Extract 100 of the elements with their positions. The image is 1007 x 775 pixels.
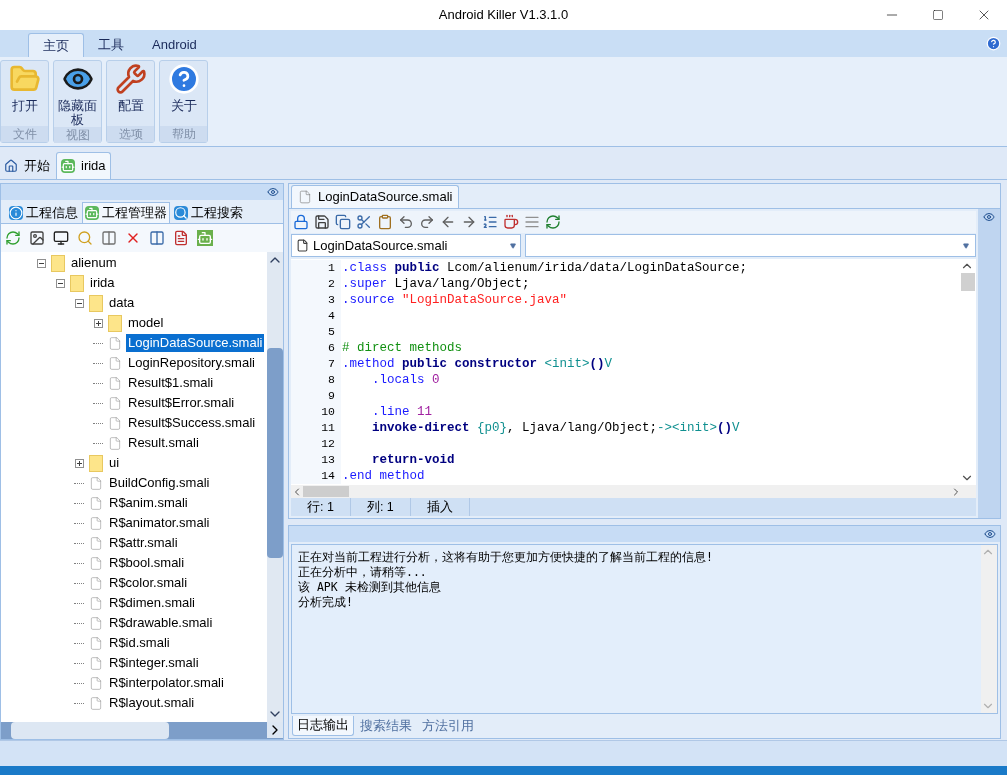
maximize-icon[interactable] [932,9,944,21]
tree-item[interactable]: BuildConfig.smali [107,474,212,492]
caret-icon [510,242,516,249]
ribbon-tab[interactable]: 工具 [84,33,138,57]
save-icon[interactable] [313,214,330,230]
line-number: 5 [291,324,339,340]
document-tab[interactable]: irida [56,152,111,179]
line-number: 2 [291,276,339,292]
help-icon[interactable] [986,36,1001,51]
paste-icon[interactable] [376,214,393,230]
copy-icon[interactable] [334,214,351,230]
vertical-scrollbar[interactable] [267,252,283,722]
eye-icon[interactable] [982,211,996,223]
list-icon[interactable] [481,214,498,230]
tree-item[interactable]: LoginDataSource.smali [126,334,265,352]
file-icon [89,574,103,592]
line-number: 11 [291,420,339,436]
tree-item[interactable]: alienum [69,254,119,272]
image-icon[interactable] [28,230,45,246]
scrollbar-thumb[interactable] [267,348,283,558]
tree-item[interactable]: R$anim.smali [107,494,190,512]
file-icon [89,674,103,692]
file-icon [298,190,312,204]
refresh-icon[interactable] [4,230,21,246]
file-icon [108,354,122,372]
ribbon-button[interactable]: 隐藏面板 [54,61,101,127]
ribbon-button[interactable]: 配置 [107,61,154,126]
file-icon [89,534,103,552]
log-line: 正在对当前工程进行分析，这将有助于您更加方便快捷的了解当前工程的信息! [298,550,714,565]
code-line: invoke-direct {p0}, Ljava/lang/Object;-><init>()V [371,420,740,436]
panel-tab[interactable]: 工程搜索 [172,202,245,223]
tree-item[interactable]: Result$1.smali [126,374,216,392]
tree-item[interactable]: R$animator.smali [107,514,212,532]
file-icon [108,394,122,412]
collapse-toggle[interactable] [55,278,65,288]
cut-icon[interactable] [355,214,372,230]
tree-item[interactable]: ui [107,454,122,472]
tree-item[interactable]: R$id.smali [107,634,172,652]
horizontal-scrollbar[interactable] [291,485,976,498]
file-icon [89,554,103,572]
tree-item[interactable]: LoginRepository.smali [126,354,257,372]
expand-toggle[interactable] [74,458,84,468]
folder-icon [108,314,122,332]
tree-item[interactable]: R$interpolator.smali [107,674,226,692]
tree-item[interactable]: R$drawable.smali [107,614,215,632]
tree-item[interactable]: model [126,314,166,332]
tree-item[interactable]: R$dimen.smali [107,594,197,612]
panel-tab[interactable]: 工程管理器 [82,202,170,223]
scrollbar-thumb[interactable] [961,273,975,291]
panel-tab[interactable]: 工程信息 [7,202,80,223]
ribbon-button[interactable]: 关于 [160,61,207,126]
file-select[interactable]: LoginDataSource.smali [291,234,521,257]
redo-icon[interactable] [418,214,435,230]
tree-item[interactable]: Result$Success.smali [126,414,258,432]
tree-item[interactable]: Result.smali [126,434,201,452]
output-tab[interactable]: 搜索结果 [356,716,416,736]
output-tab[interactable]: 方法引用 [418,716,478,736]
columns-icon[interactable] [100,230,117,246]
ribbon-tab[interactable]: 主页 [28,33,84,57]
scrollbar-thumb[interactable] [11,722,169,739]
folder-icon [89,294,103,312]
android-icon[interactable] [196,230,213,246]
text-icon[interactable] [523,214,540,230]
code-line: .end method [342,468,425,484]
code-line: .class public Lcom/alienum/irida/data/LoginDataSource; [342,260,748,276]
ribbon-button[interactable]: 打开 [1,61,48,126]
tree-item[interactable]: data [107,294,137,312]
tree-item[interactable]: R$color.smali [107,574,190,592]
expand-toggle[interactable] [93,318,103,328]
file-icon [108,334,122,352]
code-line: .super Ljava/lang/Object; [342,276,530,292]
output-tab[interactable]: 日志输出 [292,716,354,736]
lock-icon[interactable] [292,214,309,230]
document-tab[interactable]: 开始 [0,152,54,179]
scrollbar-thumb[interactable] [303,486,349,497]
undo-icon[interactable] [397,214,414,230]
tree-item[interactable]: Result$Error.smali [126,394,237,412]
ribbon-tab[interactable]: Android [138,33,211,57]
tree-item[interactable]: R$integer.smali [107,654,201,672]
code-line: .source "LoginDataSource.java" [342,292,568,308]
eye-icon[interactable] [266,186,280,198]
tree-item[interactable]: R$layout.smali [107,694,197,712]
folder-icon [70,274,84,292]
tree-item[interactable]: R$attr.smali [107,534,180,552]
monitor-icon[interactable] [52,230,69,246]
tree-item[interactable]: irida [88,274,117,292]
horizontal-scrollbar[interactable] [1,722,283,739]
collapse-toggle[interactable] [36,258,46,268]
collapse-toggle[interactable] [74,298,84,308]
line-number: 14 [291,468,339,484]
eye-icon[interactable] [983,528,997,540]
file-icon [89,614,103,632]
chevron-right-icon[interactable] [267,722,283,738]
code-line: .line 11 [371,404,433,420]
line-number: 7 [291,356,339,372]
editor-tab[interactable]: LoginDataSource.smali [291,185,460,208]
log-line: 正在分析中，请稍等... [298,565,428,580]
code-line: .locals 0 [371,372,440,388]
document-icon[interactable] [172,230,189,246]
tree-item[interactable]: R$bool.smali [107,554,187,572]
